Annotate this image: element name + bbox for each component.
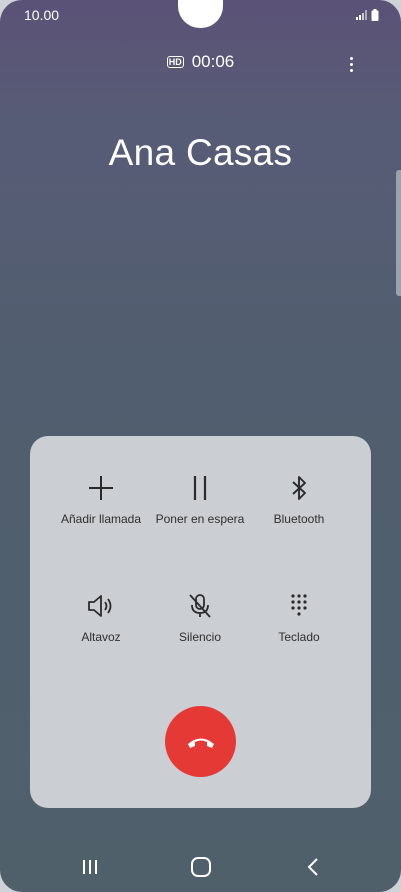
- home-button[interactable]: [188, 854, 214, 880]
- navigation-bar: [0, 842, 401, 892]
- hd-voice-icon: HD: [166, 56, 184, 68]
- bluetooth-icon: [292, 476, 306, 500]
- keypad-label: Teclado: [278, 630, 320, 644]
- home-icon: [191, 857, 211, 877]
- end-call-icon: [187, 738, 214, 748]
- side-handle[interactable]: [396, 170, 401, 296]
- speaker-icon: [88, 595, 112, 617]
- back-button[interactable]: [300, 854, 326, 880]
- speaker-label: Altavoz: [81, 630, 121, 644]
- back-icon: [307, 858, 318, 876]
- speaker-button[interactable]: Altavoz: [46, 592, 156, 644]
- bluetooth-label: Bluetooth: [273, 512, 325, 526]
- call-header: HD 00:06: [0, 52, 401, 76]
- add-call-label: Añadir llamada: [60, 512, 142, 526]
- add-call-button[interactable]: Añadir llamada: [46, 474, 156, 526]
- hold-button[interactable]: Poner en espera: [145, 474, 255, 526]
- call-controls-panel: Añadir llamada Poner en espera Bluetooth…: [30, 436, 371, 808]
- status-time: 10.00: [24, 7, 60, 23]
- contact-name: Ana Casas: [108, 132, 293, 173]
- bluetooth-button[interactable]: Bluetooth: [244, 474, 354, 526]
- mute-button[interactable]: Silencio: [145, 592, 255, 644]
- plus-icon: [89, 476, 113, 500]
- hold-label: Poner en espera: [155, 512, 245, 526]
- call-screen: 10.00 HD 00:06 Ana Casas Añadir llamada …: [0, 0, 401, 892]
- signal-icon: [356, 10, 367, 20]
- recents-button[interactable]: [77, 854, 103, 880]
- recents-icon: [83, 860, 97, 874]
- more-options-icon[interactable]: [341, 52, 361, 76]
- pause-icon: [193, 476, 207, 500]
- end-call-button[interactable]: [165, 706, 236, 777]
- keypad-button[interactable]: Teclado: [244, 592, 354, 644]
- call-duration: 00:06: [191, 52, 235, 71]
- keypad-icon: [291, 594, 307, 616]
- mic-off-icon: [189, 594, 211, 618]
- status-bar: 10.00: [0, 0, 401, 30]
- battery-icon: [371, 9, 379, 21]
- mute-label: Silencio: [178, 630, 222, 644]
